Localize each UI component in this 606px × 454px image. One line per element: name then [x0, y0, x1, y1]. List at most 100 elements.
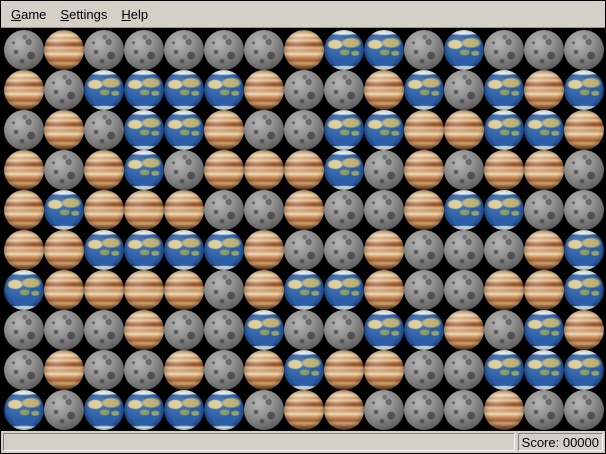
ball-jupiter[interactable]	[284, 390, 324, 430]
ball-earth[interactable]	[524, 310, 564, 350]
ball-moon[interactable]	[204, 350, 244, 390]
ball-moon[interactable]	[444, 390, 484, 430]
ball-moon[interactable]	[244, 110, 284, 150]
ball-moon[interactable]	[44, 70, 84, 110]
ball-earth[interactable]	[204, 70, 244, 110]
ball-moon[interactable]	[324, 230, 364, 270]
ball-jupiter[interactable]	[44, 30, 84, 70]
ball-moon[interactable]	[324, 310, 364, 350]
ball-earth[interactable]	[164, 70, 204, 110]
ball-moon[interactable]	[404, 390, 444, 430]
ball-moon[interactable]	[204, 270, 244, 310]
ball-moon[interactable]	[404, 230, 444, 270]
ball-moon[interactable]	[484, 30, 524, 70]
ball-earth[interactable]	[564, 70, 604, 110]
ball-moon[interactable]	[4, 310, 44, 350]
ball-earth[interactable]	[204, 390, 244, 430]
ball-earth[interactable]	[84, 70, 124, 110]
ball-earth[interactable]	[324, 270, 364, 310]
ball-moon[interactable]	[484, 230, 524, 270]
ball-jupiter[interactable]	[4, 230, 44, 270]
ball-jupiter[interactable]	[84, 150, 124, 190]
ball-jupiter[interactable]	[484, 390, 524, 430]
ball-jupiter[interactable]	[244, 270, 284, 310]
ball-earth[interactable]	[324, 30, 364, 70]
ball-moon[interactable]	[284, 230, 324, 270]
ball-moon[interactable]	[244, 190, 284, 230]
ball-moon[interactable]	[564, 30, 604, 70]
ball-jupiter[interactable]	[284, 190, 324, 230]
ball-jupiter[interactable]	[524, 270, 564, 310]
ball-jupiter[interactable]	[84, 190, 124, 230]
ball-jupiter[interactable]	[4, 190, 44, 230]
ball-moon[interactable]	[404, 270, 444, 310]
ball-earth[interactable]	[124, 230, 164, 270]
ball-moon[interactable]	[444, 70, 484, 110]
ball-jupiter[interactable]	[164, 350, 204, 390]
ball-jupiter[interactable]	[564, 110, 604, 150]
ball-earth[interactable]	[84, 390, 124, 430]
ball-moon[interactable]	[444, 270, 484, 310]
ball-earth[interactable]	[324, 150, 364, 190]
ball-earth[interactable]	[404, 310, 444, 350]
ball-earth[interactable]	[324, 110, 364, 150]
ball-jupiter[interactable]	[284, 150, 324, 190]
ball-jupiter[interactable]	[284, 30, 324, 70]
ball-earth[interactable]	[364, 110, 404, 150]
ball-jupiter[interactable]	[164, 270, 204, 310]
ball-jupiter[interactable]	[244, 230, 284, 270]
ball-moon[interactable]	[204, 310, 244, 350]
ball-earth[interactable]	[364, 310, 404, 350]
ball-jupiter[interactable]	[324, 390, 364, 430]
ball-moon[interactable]	[44, 150, 84, 190]
ball-moon[interactable]	[4, 350, 44, 390]
ball-jupiter[interactable]	[404, 110, 444, 150]
ball-jupiter[interactable]	[524, 230, 564, 270]
ball-moon[interactable]	[404, 30, 444, 70]
ball-jupiter[interactable]	[364, 230, 404, 270]
ball-moon[interactable]	[524, 390, 564, 430]
ball-earth[interactable]	[364, 30, 404, 70]
ball-moon[interactable]	[364, 190, 404, 230]
ball-earth[interactable]	[404, 70, 444, 110]
ball-moon[interactable]	[364, 390, 404, 430]
ball-moon[interactable]	[524, 30, 564, 70]
ball-jupiter[interactable]	[444, 110, 484, 150]
ball-moon[interactable]	[164, 150, 204, 190]
ball-moon[interactable]	[4, 30, 44, 70]
ball-jupiter[interactable]	[244, 150, 284, 190]
ball-moon[interactable]	[164, 30, 204, 70]
ball-moon[interactable]	[84, 30, 124, 70]
ball-moon[interactable]	[284, 310, 324, 350]
ball-jupiter[interactable]	[124, 270, 164, 310]
ball-earth[interactable]	[564, 350, 604, 390]
ball-jupiter[interactable]	[44, 270, 84, 310]
ball-jupiter[interactable]	[404, 150, 444, 190]
ball-earth[interactable]	[204, 230, 244, 270]
ball-jupiter[interactable]	[364, 70, 404, 110]
menu-help[interactable]: Help	[114, 2, 155, 27]
ball-moon[interactable]	[564, 150, 604, 190]
menu-settings[interactable]: Settings	[53, 2, 114, 27]
ball-moon[interactable]	[204, 190, 244, 230]
ball-jupiter[interactable]	[4, 150, 44, 190]
ball-earth[interactable]	[4, 270, 44, 310]
ball-earth[interactable]	[164, 110, 204, 150]
ball-moon[interactable]	[124, 350, 164, 390]
ball-earth[interactable]	[124, 390, 164, 430]
ball-moon[interactable]	[284, 70, 324, 110]
ball-earth[interactable]	[124, 110, 164, 150]
ball-jupiter[interactable]	[44, 230, 84, 270]
ball-jupiter[interactable]	[324, 350, 364, 390]
ball-jupiter[interactable]	[124, 310, 164, 350]
ball-jupiter[interactable]	[244, 70, 284, 110]
ball-earth[interactable]	[484, 190, 524, 230]
ball-earth[interactable]	[484, 110, 524, 150]
ball-moon[interactable]	[484, 310, 524, 350]
ball-earth[interactable]	[244, 310, 284, 350]
ball-earth[interactable]	[564, 230, 604, 270]
ball-moon[interactable]	[404, 350, 444, 390]
ball-moon[interactable]	[84, 110, 124, 150]
ball-moon[interactable]	[564, 190, 604, 230]
ball-earth[interactable]	[164, 390, 204, 430]
